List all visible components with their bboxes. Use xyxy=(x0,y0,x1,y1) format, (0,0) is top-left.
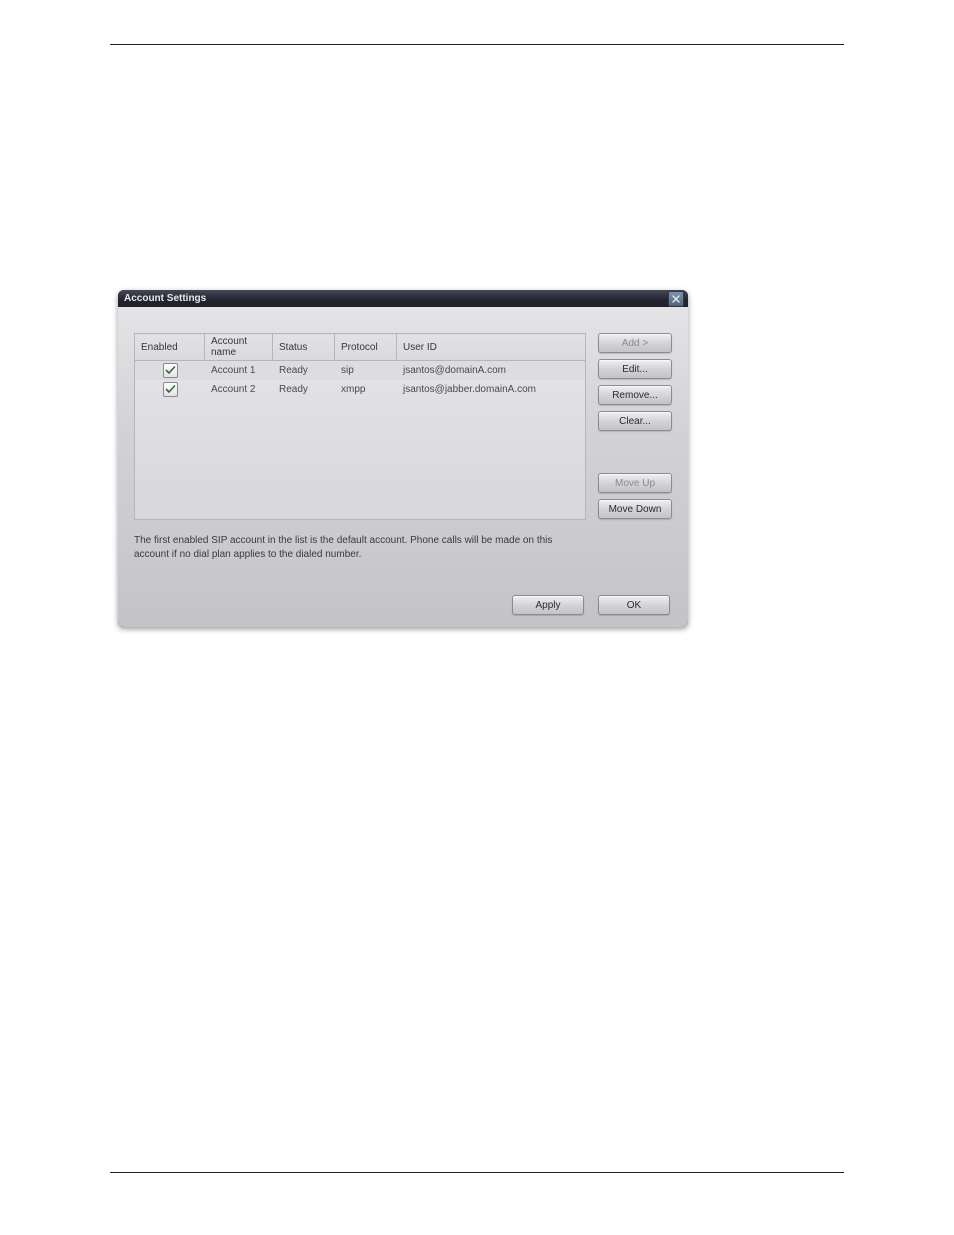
col-header-status[interactable]: Status xyxy=(273,334,335,361)
col-header-account-name[interactable]: Account name xyxy=(205,334,273,361)
cell-status: Ready xyxy=(273,380,335,399)
table-row[interactable]: Account 2Readyxmppjsantos@jabber.domainA… xyxy=(135,380,585,399)
accounts-list-body[interactable]: Account 1Readysipjsantos@domainA.comAcco… xyxy=(134,361,586,520)
apply-button[interactable]: Apply xyxy=(512,595,584,615)
titlebar[interactable]: Account Settings xyxy=(118,290,688,307)
cell-enabled xyxy=(135,361,205,380)
enabled-checkbox[interactable] xyxy=(163,363,178,378)
table-row[interactable]: Account 1Readysipjsantos@domainA.com xyxy=(135,361,585,380)
side-buttons: Add > Edit... Remove... Clear... Move Up… xyxy=(598,333,672,561)
account-settings-dialog: Account Settings Enabled xyxy=(118,290,688,627)
cell-account-name: Account 2 xyxy=(205,380,273,399)
clear-button[interactable]: Clear... xyxy=(598,411,672,431)
dialog-footer: Apply OK xyxy=(134,595,672,615)
col-header-user-id[interactable]: User ID xyxy=(397,334,586,361)
accounts-table-wrap: Enabled Account name Status Protocol Use… xyxy=(134,333,586,561)
col-header-protocol[interactable]: Protocol xyxy=(335,334,397,361)
close-button[interactable] xyxy=(668,291,684,307)
enabled-checkbox[interactable] xyxy=(163,382,178,397)
move-down-button[interactable]: Move Down xyxy=(598,499,672,519)
cell-user-id: jsantos@jabber.domainA.com xyxy=(397,380,585,399)
add-button[interactable]: Add > xyxy=(598,333,672,353)
cell-user-id: jsantos@domainA.com xyxy=(397,361,585,380)
ok-button[interactable]: OK xyxy=(598,595,670,615)
cell-protocol: sip xyxy=(335,361,397,380)
cell-status: Ready xyxy=(273,361,335,380)
remove-button[interactable]: Remove... xyxy=(598,385,672,405)
cell-protocol: xmpp xyxy=(335,380,397,399)
close-icon xyxy=(672,295,680,303)
default-account-hint: The first enabled SIP account in the lis… xyxy=(134,534,586,561)
cell-account-name: Account 1 xyxy=(205,361,273,380)
accounts-table[interactable]: Enabled Account name Status Protocol Use… xyxy=(134,333,586,361)
table-header-row: Enabled Account name Status Protocol Use… xyxy=(135,334,586,361)
edit-button[interactable]: Edit... xyxy=(598,359,672,379)
page-top-rule xyxy=(110,44,844,45)
cell-enabled xyxy=(135,380,205,399)
move-up-button[interactable]: Move Up xyxy=(598,473,672,493)
window-title: Account Settings xyxy=(124,293,668,304)
page-bottom-rule xyxy=(110,1172,844,1173)
col-header-enabled[interactable]: Enabled xyxy=(135,334,205,361)
